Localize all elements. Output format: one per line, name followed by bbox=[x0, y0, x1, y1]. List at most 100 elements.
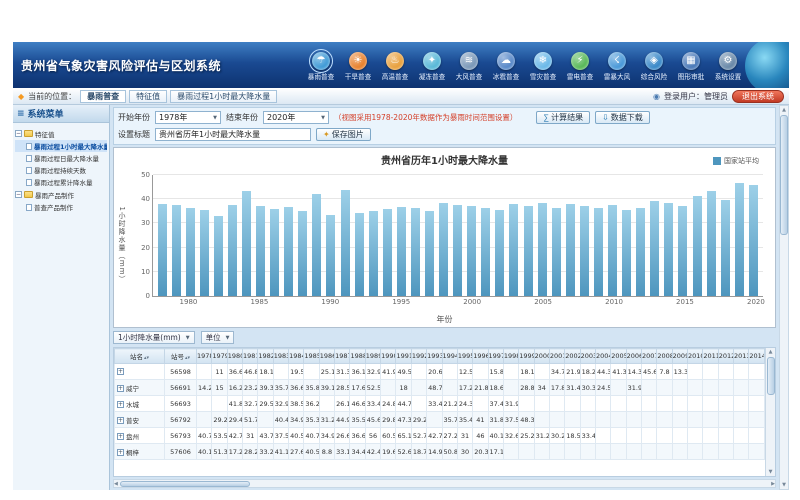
nav-item-heat[interactable]: ♨高温普查 bbox=[378, 49, 412, 82]
column-header-year-1987[interactable]: 1987 bbox=[335, 349, 350, 364]
tree-item[interactable]: 暴雨过程累计降水量 bbox=[15, 176, 107, 188]
column-header-year-1990[interactable]: 1990 bbox=[381, 349, 396, 364]
bar-2003[interactable] bbox=[509, 204, 518, 296]
table-row[interactable]: +桐梓5760640.151.317.228.233.241.127.640.5… bbox=[115, 444, 765, 460]
nav-item-thunderstorm[interactable]: ☇雷暴大风 bbox=[600, 49, 634, 82]
bar-1989[interactable] bbox=[312, 194, 321, 296]
bar-2020[interactable] bbox=[749, 185, 758, 296]
end-year-select[interactable]: 2020年 ▼ bbox=[263, 111, 329, 124]
bar-1982[interactable] bbox=[214, 216, 223, 296]
bar-1986[interactable] bbox=[270, 209, 279, 296]
expand-row-icon[interactable]: + bbox=[117, 433, 124, 440]
breadcrumb-tab[interactable]: 暴雨普查 bbox=[80, 90, 126, 103]
column-header-name[interactable]: 站名▴▾ bbox=[115, 349, 165, 364]
column-header-year-1995[interactable]: 1995 bbox=[457, 349, 472, 364]
bar-1994[interactable] bbox=[383, 209, 392, 296]
column-header-year-1984[interactable]: 1984 bbox=[289, 349, 304, 364]
column-header-year-2003[interactable]: 2003 bbox=[580, 349, 595, 364]
column-header-year-2010[interactable]: 2010 bbox=[688, 349, 703, 364]
bar-2015[interactable] bbox=[678, 206, 687, 296]
bar-2000[interactable] bbox=[467, 206, 476, 296]
bar-2002[interactable] bbox=[495, 210, 504, 296]
column-header-year-1978[interactable]: 1978 bbox=[197, 349, 212, 364]
save-image-button[interactable]: ✦ 保存图片 bbox=[316, 128, 371, 141]
column-header-year-1989[interactable]: 1989 bbox=[365, 349, 380, 364]
column-header-year-1981[interactable]: 1981 bbox=[243, 349, 258, 364]
column-header-year-2005[interactable]: 2005 bbox=[611, 349, 626, 364]
column-header-year-2012[interactable]: 2012 bbox=[718, 349, 733, 364]
bar-2006[interactable] bbox=[552, 208, 561, 296]
start-year-select[interactable]: 1978年 ▼ bbox=[155, 111, 221, 124]
column-header-year-1998[interactable]: 1998 bbox=[503, 349, 518, 364]
bar-2016[interactable] bbox=[693, 196, 702, 296]
bar-1984[interactable] bbox=[242, 191, 251, 296]
table-filter-1[interactable]: 1小时降水量(mm)▼ bbox=[113, 331, 195, 344]
scroll-left-icon[interactable]: ◀ bbox=[114, 480, 118, 488]
column-header-year-1994[interactable]: 1994 bbox=[442, 349, 457, 364]
tree-item[interactable]: 普查产品制作 bbox=[15, 201, 107, 213]
bar-1983[interactable] bbox=[228, 205, 237, 296]
bar-2009[interactable] bbox=[594, 208, 603, 296]
scrollbar-thumb[interactable] bbox=[780, 115, 788, 235]
nav-item-freeze[interactable]: ✦凝冻普查 bbox=[415, 49, 449, 82]
logout-button[interactable]: 退出系统 bbox=[732, 90, 784, 103]
nav-item-wind[interactable]: ≋大风普查 bbox=[452, 49, 486, 82]
scrollbar-thumb[interactable] bbox=[767, 357, 775, 395]
bar-2001[interactable] bbox=[481, 208, 490, 296]
table-row[interactable]: +威宁5669114.21516.223.239.335.736.635.839… bbox=[115, 380, 765, 396]
column-header-year-2007[interactable]: 2007 bbox=[641, 349, 656, 364]
bar-1999[interactable] bbox=[453, 205, 462, 296]
bar-2005[interactable] bbox=[538, 203, 547, 296]
scroll-right-icon[interactable]: ▶ bbox=[771, 480, 775, 488]
bar-1993[interactable] bbox=[369, 211, 378, 296]
column-header-year-2011[interactable]: 2011 bbox=[703, 349, 718, 364]
tree-group[interactable]: −暴雨产品制作 bbox=[15, 188, 107, 201]
column-header-year-1988[interactable]: 1988 bbox=[350, 349, 365, 364]
column-header-year-1993[interactable]: 1993 bbox=[427, 349, 442, 364]
scroll-down-icon[interactable]: ▼ bbox=[769, 468, 773, 476]
bar-2011[interactable] bbox=[622, 210, 631, 296]
bar-2008[interactable] bbox=[580, 206, 589, 297]
bar-1991[interactable] bbox=[341, 190, 350, 296]
column-header-year-2008[interactable]: 2008 bbox=[657, 349, 672, 364]
bar-2007[interactable] bbox=[566, 204, 575, 296]
expand-row-icon[interactable]: + bbox=[117, 385, 124, 392]
nav-item-composite-risk[interactable]: ◈综合风险 bbox=[637, 49, 671, 82]
table-row[interactable]: +水城5669341.832.729.532.938.536.226.146.6… bbox=[115, 396, 765, 412]
table-row[interactable]: +565981136.646.818.119.525.131.336.132.9… bbox=[115, 364, 765, 380]
bar-1992[interactable] bbox=[355, 213, 364, 296]
tree-group[interactable]: −特征值 bbox=[15, 127, 107, 140]
bar-2018[interactable] bbox=[721, 200, 730, 296]
data-download-button[interactable]: ⇩ 数据下载 bbox=[595, 111, 650, 124]
breadcrumb-tab[interactable]: 暴雨过程1小时最大降水量 bbox=[170, 90, 277, 103]
chart-legend[interactable]: 国家站平均 bbox=[713, 156, 759, 166]
scroll-up-icon[interactable]: ▲ bbox=[769, 348, 773, 356]
collapse-icon[interactable]: − bbox=[15, 130, 22, 137]
column-header-id[interactable]: 站号▴▾ bbox=[165, 349, 197, 364]
column-header-year-1997[interactable]: 1997 bbox=[488, 349, 503, 364]
bar-2019[interactable] bbox=[735, 183, 744, 296]
nav-item-snow[interactable]: ❄雪灾普查 bbox=[526, 49, 560, 82]
table-filter-2[interactable]: 单位▼ bbox=[201, 331, 235, 344]
breadcrumb-tab[interactable]: 特征值 bbox=[129, 90, 167, 103]
nav-item-settings[interactable]: ⚙系统设置 bbox=[711, 49, 745, 82]
scroll-down-icon[interactable]: ▼ bbox=[782, 481, 786, 489]
chart-title-input[interactable]: 贵州省历年1小时最大降水量 bbox=[155, 128, 311, 141]
column-header-year-2009[interactable]: 2009 bbox=[672, 349, 687, 364]
bar-2012[interactable] bbox=[636, 208, 645, 296]
expand-row-icon[interactable]: + bbox=[117, 401, 124, 408]
column-header-year-1985[interactable]: 1985 bbox=[304, 349, 319, 364]
bar-1980[interactable] bbox=[186, 208, 195, 296]
bar-1990[interactable] bbox=[326, 215, 335, 296]
bar-1985[interactable] bbox=[256, 206, 265, 296]
nav-item-rainstorm[interactable]: ☂暴雨普查 bbox=[304, 49, 338, 82]
bar-2004[interactable] bbox=[524, 206, 533, 296]
bar-1996[interactable] bbox=[411, 208, 420, 296]
nav-item-graphic-approval[interactable]: ▦图形审批 bbox=[674, 49, 708, 82]
bar-2010[interactable] bbox=[608, 205, 617, 296]
bar-1997[interactable] bbox=[425, 211, 434, 296]
bar-2013[interactable] bbox=[650, 201, 659, 296]
nav-item-hail[interactable]: ☁冰雹普查 bbox=[489, 49, 523, 82]
column-header-year-1991[interactable]: 1991 bbox=[396, 349, 411, 364]
bar-1978[interactable] bbox=[158, 204, 167, 296]
